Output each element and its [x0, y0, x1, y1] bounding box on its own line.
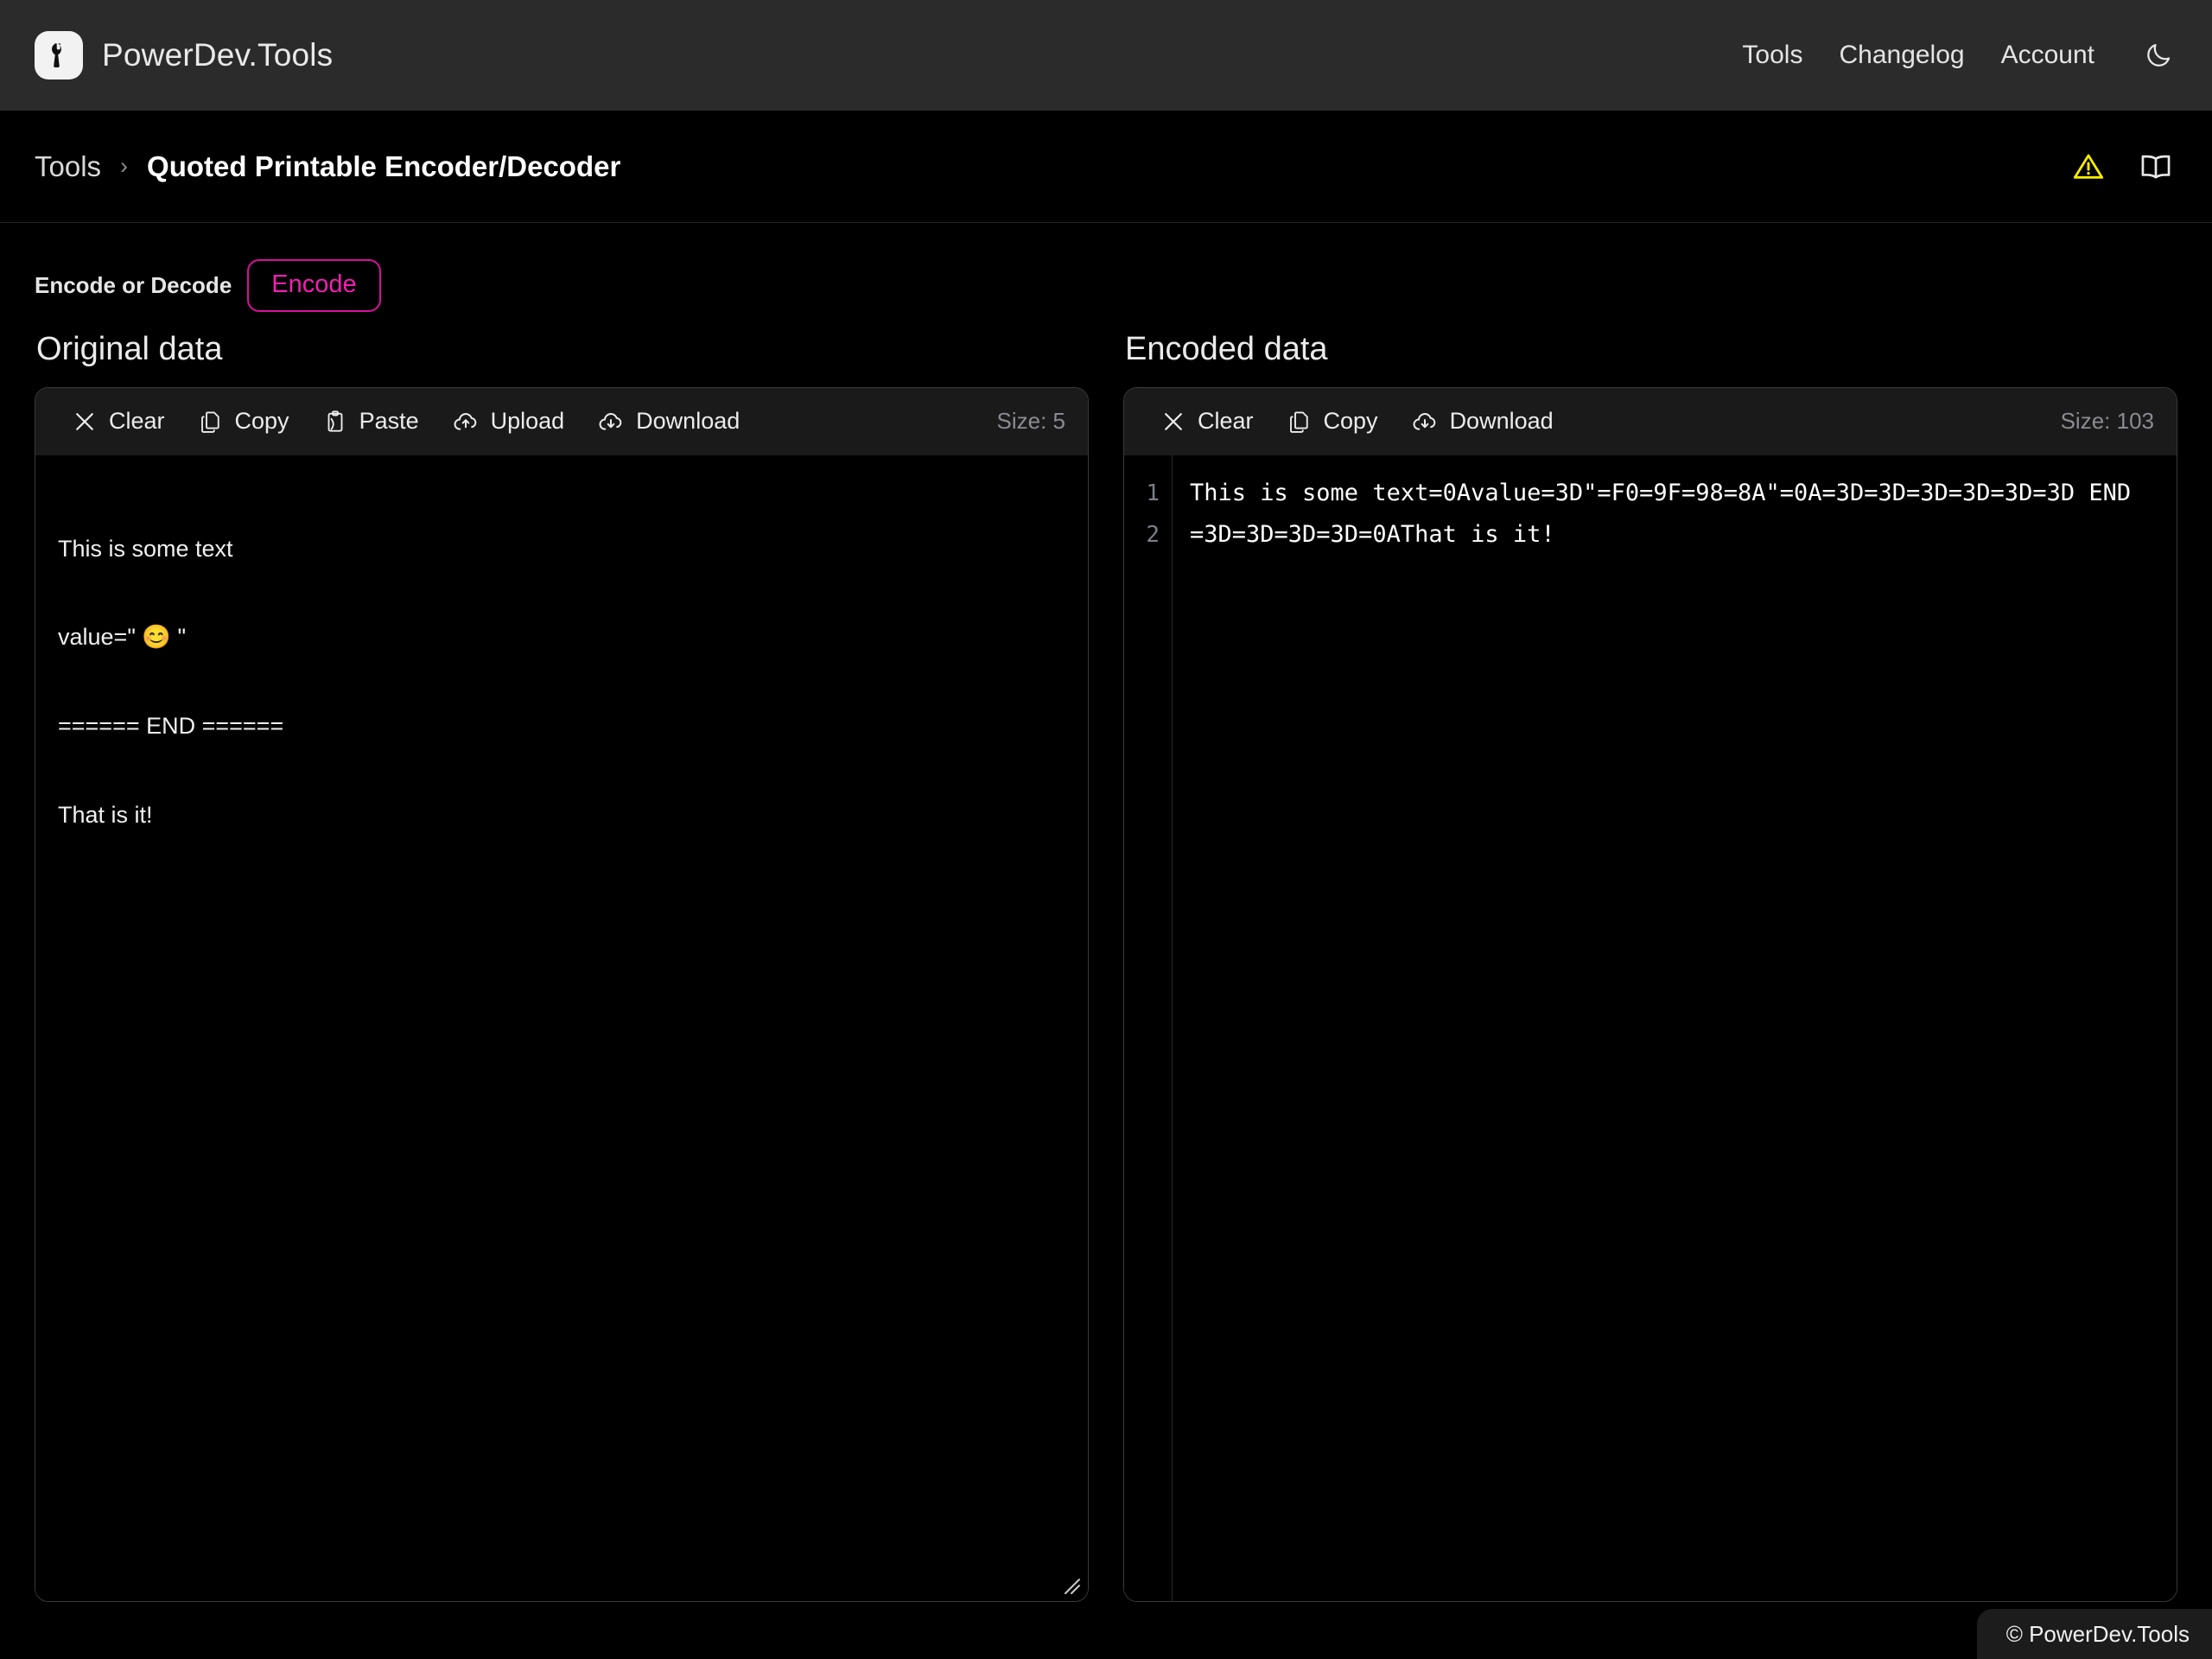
breadcrumb-actions — [2069, 147, 2176, 187]
original-data-toolbar: Clear Copy Paste Upload Download Size: 5 — [35, 388, 1088, 455]
code-line: =3D=3D=3D=3D=0AThat is it! — [1190, 521, 1555, 548]
clear-button-original[interactable]: Clear — [58, 401, 184, 442]
close-icon — [72, 409, 98, 435]
encoded-data-title: Encoded data — [1125, 331, 1328, 367]
cloud-download-icon — [597, 408, 625, 435]
brand-name: PowerDev.Tools — [102, 37, 334, 73]
encode-toggle-button[interactable]: Encode — [247, 259, 381, 312]
chevron-right-icon: › — [120, 153, 129, 179]
book-icon[interactable] — [2136, 147, 2176, 187]
text-line: value=" 😊 " — [58, 624, 187, 651]
paste-button-original[interactable]: Paste — [308, 401, 438, 442]
size-label-encoded: Size: 103 — [2060, 408, 2154, 434]
paste-icon — [322, 409, 348, 435]
button-label: Download — [1449, 408, 1554, 434]
code-line: This is some text=0Avalue=3D"=F0=9F=98=8… — [1190, 480, 2132, 506]
app-header: PowerDev.Tools Tools Changelog Account — [0, 0, 2212, 111]
original-data-panel: Clear Copy Paste Upload Download Size: 5… — [35, 387, 1089, 1602]
encoded-data-column: Encoded data Clear Copy Download Size: 1… — [1123, 331, 2177, 1602]
original-data-content: This is some text value=" 😊 " ====== END… — [35, 455, 1088, 908]
page-body: Tools › Quoted Printable Encoder/Decoder… — [0, 111, 2212, 1659]
line-number: 1 — [1146, 480, 1160, 506]
page-title: Quoted Printable Encoder/Decoder — [147, 149, 621, 182]
text-line: ====== END ====== — [58, 713, 284, 740]
nav-item-account[interactable]: Account — [2001, 41, 2094, 70]
text-line: This is some text — [58, 535, 233, 562]
editor-columns: Original data Clear Copy Paste Upload Do… — [0, 331, 2212, 1602]
copy-button-encoded[interactable]: Copy — [1273, 401, 1397, 442]
mode-label: Encode or Decode — [35, 272, 232, 298]
line-number: 2 — [1146, 522, 1160, 548]
copy-icon — [198, 409, 224, 435]
original-data-textarea[interactable]: This is some text value=" 😊 " ====== END… — [35, 455, 1088, 1601]
encoded-data-panel: Clear Copy Download Size: 103 1 2 This i… — [1123, 387, 2177, 1602]
cloud-download-icon — [1411, 408, 1439, 435]
button-label: Clear — [109, 408, 165, 434]
breadcrumb: Tools › Quoted Printable Encoder/Decoder — [0, 111, 2212, 223]
clear-button-encoded[interactable]: Clear — [1147, 401, 1273, 442]
nav-item-tools[interactable]: Tools — [1742, 41, 1802, 70]
original-data-title: Original data — [36, 331, 223, 367]
encoded-data-content: This is some text=0Avalue=3D"=F0=9F=98=8… — [1173, 455, 2177, 1601]
close-icon — [1160, 409, 1186, 435]
download-button-encoded[interactable]: Download — [1397, 401, 1573, 442]
encoded-data-editor[interactable]: 1 2 This is some text=0Avalue=3D"=F0=9F=… — [1124, 455, 2177, 1601]
upload-button-original[interactable]: Upload — [438, 401, 584, 442]
button-label: Copy — [1323, 408, 1378, 434]
button-label: Upload — [490, 408, 565, 434]
copy-button-original[interactable]: Copy — [184, 401, 308, 442]
textarea-resize-handle[interactable] — [1058, 1573, 1081, 1595]
wrench-icon — [35, 31, 83, 79]
cloud-upload-icon — [452, 408, 480, 435]
button-label: Copy — [234, 408, 289, 434]
copy-icon — [1287, 409, 1313, 435]
moon-icon[interactable] — [2138, 35, 2179, 76]
top-navigation: Tools Changelog Account — [1742, 35, 2179, 76]
text-line: That is it! — [58, 802, 153, 829]
download-button-original[interactable]: Download — [583, 401, 759, 442]
warning-icon[interactable] — [2069, 147, 2108, 187]
brand[interactable]: PowerDev.Tools — [35, 31, 333, 79]
mode-selector: Encode or Decode Encode — [0, 223, 2212, 312]
encoded-data-toolbar: Clear Copy Download Size: 103 — [1124, 388, 2177, 455]
button-label: Clear — [1198, 408, 1254, 434]
button-label: Paste — [359, 408, 419, 434]
original-data-column: Original data Clear Copy Paste Upload Do… — [35, 331, 1089, 1602]
footer-copyright: © PowerDev.Tools — [2005, 1620, 2190, 1647]
size-label-original: Size: 5 — [996, 408, 1066, 434]
nav-item-changelog[interactable]: Changelog — [1839, 41, 1964, 70]
breadcrumb-parent[interactable]: Tools — [35, 150, 101, 183]
button-label: Download — [636, 408, 741, 434]
line-number-gutter: 1 2 — [1124, 455, 1173, 1601]
footer: © PowerDev.Tools — [1976, 1609, 2212, 1659]
